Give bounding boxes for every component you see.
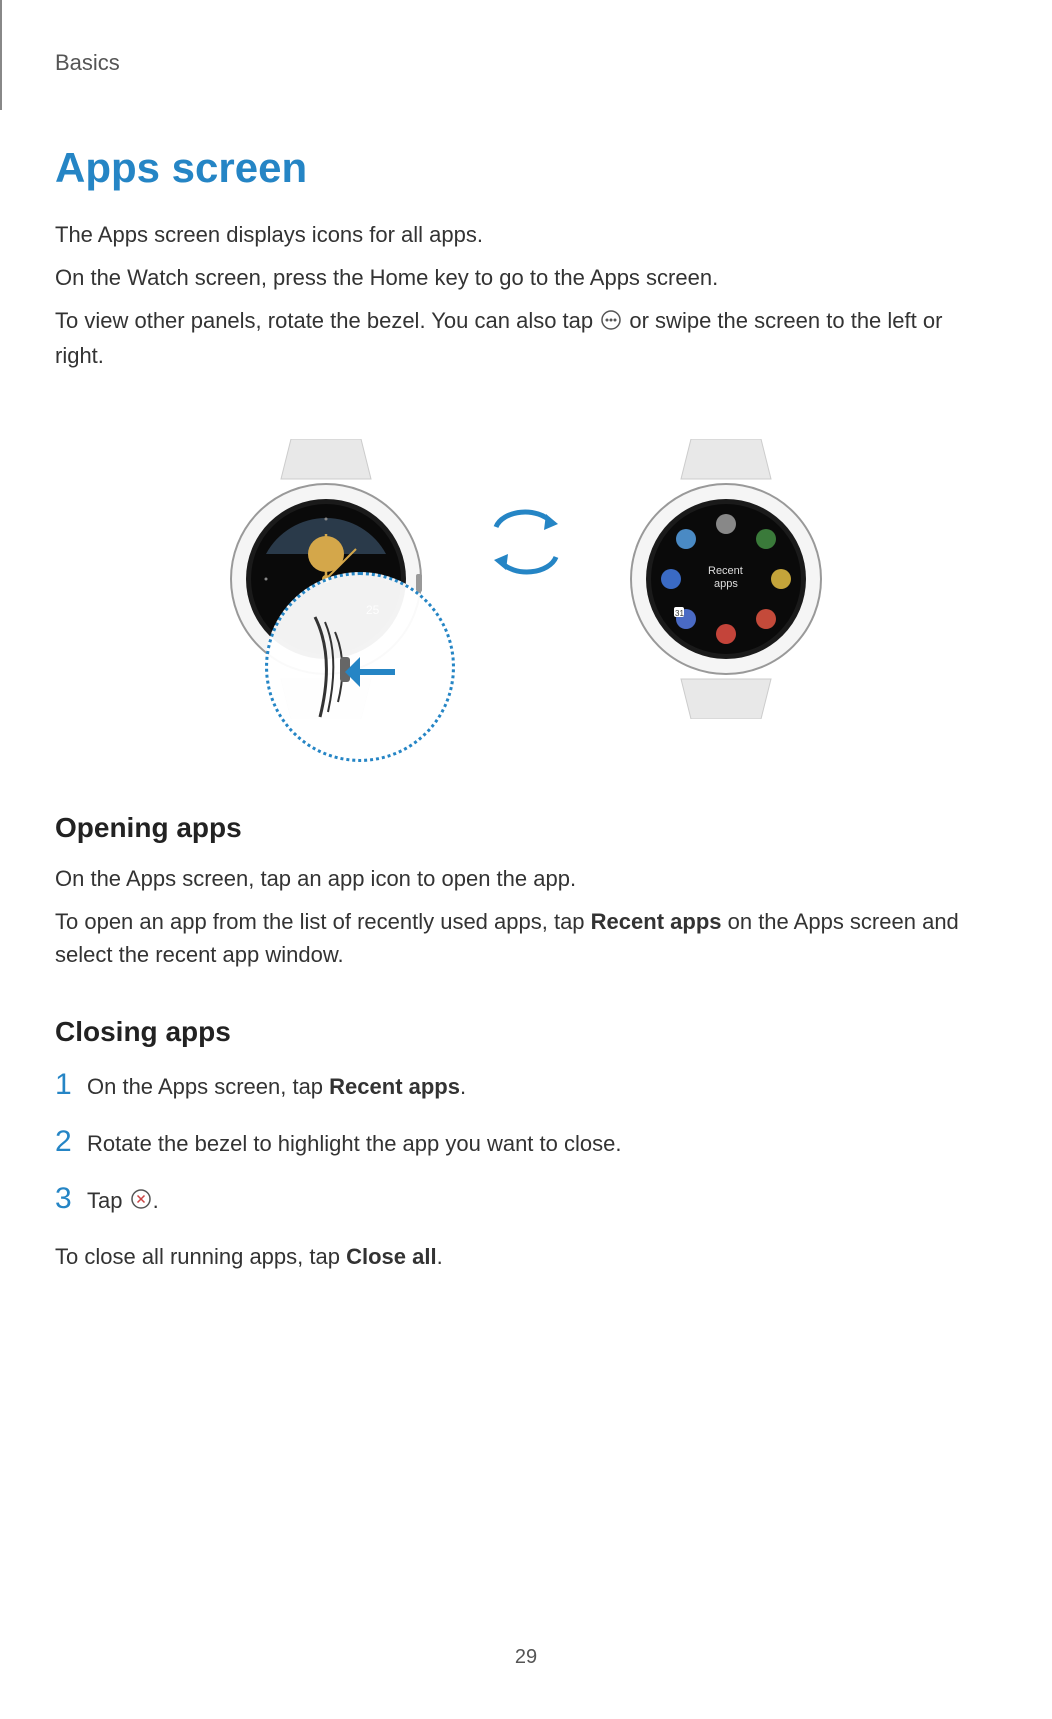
page-content: Basics Apps screen The Apps screen displ… (0, 0, 1052, 1273)
opening-p2: To open an app from the list of recently… (55, 905, 997, 971)
closing-footer: To close all running apps, tap Close all… (55, 1240, 997, 1273)
opening-p2-before: To open an app from the list of recently… (55, 909, 591, 934)
opening-p1: On the Apps screen, tap an app icon to o… (55, 862, 997, 895)
intro-line3-before: To view other panels, rotate the bezel. … (55, 308, 599, 333)
svg-text:apps: apps (714, 578, 738, 590)
step-1-after: . (460, 1074, 466, 1099)
callout-home-button (265, 572, 455, 762)
sync-arrows-icon (476, 502, 576, 582)
step-2-text: Rotate the bezel to highlight the app yo… (87, 1127, 621, 1160)
svg-text:31: 31 (675, 609, 684, 618)
close-x-icon (131, 1185, 151, 1218)
step-3-text: Tap . (87, 1184, 159, 1219)
heading-closing-apps: Closing apps (55, 1016, 997, 1048)
closing-footer-before: To close all running apps, tap (55, 1244, 346, 1269)
step-3: 3 Tap . (55, 1182, 997, 1219)
side-marker (0, 0, 2, 110)
svg-text:Recent: Recent (708, 565, 743, 577)
intro-line3: To view other panels, rotate the bezel. … (55, 304, 997, 372)
watch-right: 31 Recent apps (616, 439, 836, 724)
step-1: 1 On the Apps screen, tap Recent apps. (55, 1068, 997, 1103)
watch-face-apps-icon: 31 Recent apps (616, 439, 836, 719)
intro-line2: On the Watch screen, press the Home key … (55, 261, 997, 294)
step-3-number: 3 (55, 1182, 87, 1216)
step-2-number: 2 (55, 1125, 87, 1159)
intro-line1: The Apps screen displays icons for all a… (55, 218, 997, 251)
step-3-after: . (153, 1188, 159, 1213)
heading-opening-apps: Opening apps (55, 812, 997, 844)
panel-indicator-icon (601, 306, 621, 339)
closing-footer-after: . (437, 1244, 443, 1269)
closing-steps-list: 1 On the Apps screen, tap Recent apps. 2… (55, 1068, 997, 1219)
breadcrumb: Basics (55, 50, 997, 76)
illustration-apps-screen: 25 (55, 402, 997, 762)
step-1-number: 1 (55, 1068, 87, 1102)
step-1-before: On the Apps screen, tap (87, 1074, 329, 1099)
step-1-bold: Recent apps (329, 1074, 460, 1099)
page-number: 29 (0, 1646, 1052, 1669)
step-1-text: On the Apps screen, tap Recent apps. (87, 1070, 466, 1103)
home-button-press-icon (300, 607, 420, 727)
step-3-before: Tap (87, 1188, 129, 1213)
page-title: Apps screen (55, 144, 997, 192)
step-2: 2 Rotate the bezel to highlight the app … (55, 1125, 997, 1160)
closing-footer-bold: Close all (346, 1244, 436, 1269)
opening-p2-bold: Recent apps (591, 909, 722, 934)
